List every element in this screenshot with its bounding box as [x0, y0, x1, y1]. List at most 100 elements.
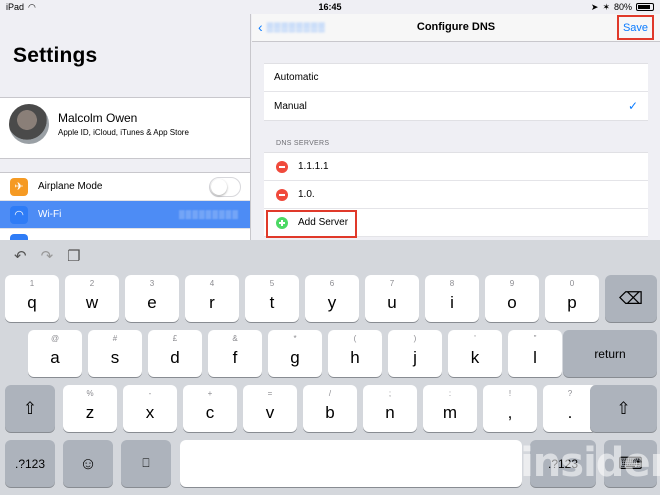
shift-key-right[interactable]: ⇧ [590, 385, 657, 432]
space-key[interactable] [180, 440, 522, 487]
key-char: c [205, 403, 215, 422]
numbers-key-left[interactable]: .?123 [5, 440, 55, 487]
page-title: Configure DNS [416, 21, 496, 33]
key-char: p [567, 293, 577, 312]
key-r[interactable]: 4r [185, 275, 239, 322]
dns-mode-label: Automatic [274, 72, 319, 83]
sidebar-item-label: Airplane Mode [38, 181, 103, 192]
key-c[interactable]: + c [183, 385, 237, 432]
key-char: j [413, 348, 417, 367]
key-q[interactable]: 1q [5, 275, 59, 322]
delete-icon[interactable] [276, 160, 288, 173]
numbers-key-right[interactable]: .?123 [530, 440, 596, 487]
key-char: f [232, 348, 238, 367]
key-char: m [442, 403, 458, 422]
redo-icon[interactable]: ↷ [41, 247, 54, 265]
save-button[interactable]: Save [617, 15, 654, 40]
key-alt-char: * [293, 334, 297, 343]
delete-icon[interactable] [276, 188, 288, 201]
hide-keyboard-key[interactable]: ⌨ [604, 440, 657, 487]
dns-server-row[interactable]: 1.0. [264, 181, 648, 209]
shift-key-left[interactable]: ⇧ [5, 385, 55, 432]
key-char: , [507, 403, 513, 422]
key-char: a [50, 348, 60, 367]
key-char: l [533, 348, 537, 367]
configure-dns-pane: ‹ ▒▒▒▒▒▒▒▒ Configure DNS Save Automatic … [252, 14, 660, 240]
key-p[interactable]: 0p [545, 275, 599, 322]
key-alt-char: 2 [89, 279, 95, 288]
sidebar-item-airplane-mode[interactable]: ✈ Airplane Mode [0, 173, 250, 201]
key-period[interactable]: ?. [543, 385, 597, 432]
dns-server-value[interactable]: 1.1.1.1 [298, 161, 329, 172]
key-w[interactable]: 2w [65, 275, 119, 322]
key-char: t [269, 293, 275, 312]
key-char: d [170, 348, 180, 367]
key-i[interactable]: 8i [425, 275, 479, 322]
status-bar: iPad ◠ 16:45 ➤ ✶ 80% [0, 0, 660, 14]
key-char: r [209, 293, 215, 312]
return-key[interactable]: return [563, 330, 657, 377]
navigation-bar: ‹ ▒▒▒▒▒▒▒▒ Configure DNS Save [252, 14, 660, 42]
wifi-icon: ◠ [10, 205, 28, 224]
key-char: o [507, 293, 517, 312]
key-alt-char: # [112, 334, 118, 343]
key-d[interactable]: £ d [148, 330, 202, 377]
key-alt-char: ) [413, 334, 417, 343]
battery-icon [636, 3, 654, 11]
key-m[interactable]: :m [423, 385, 477, 432]
emoji-key[interactable]: ☺ [63, 440, 113, 487]
key-e[interactable]: 3e [125, 275, 179, 322]
undo-icon[interactable]: ↶ [14, 247, 27, 265]
key-t[interactable]: 5t [245, 275, 299, 322]
sidebar-item-label: Wi-Fi [38, 209, 62, 220]
key-char: u [387, 293, 397, 312]
key-char: h [350, 348, 360, 367]
key-alt-char: / [328, 389, 332, 398]
key-alt-char: 0 [569, 279, 575, 288]
key-z[interactable]: % z [63, 385, 117, 432]
dns-server-value[interactable]: 1.0. [298, 189, 315, 200]
paste-icon[interactable]: ❐ [67, 247, 80, 265]
key-alt-char: - [148, 389, 152, 398]
key-f[interactable]: & f [208, 330, 262, 377]
dictation-key[interactable]: ⎕ [121, 440, 171, 487]
settings-sidebar: Settings Malcolm Owen Apple ID, iCloud, … [0, 14, 251, 240]
key-comma[interactable]: !, [483, 385, 537, 432]
key-s[interactable]: # s [88, 330, 142, 377]
key-o[interactable]: 9o [485, 275, 539, 322]
key-char: s [110, 348, 120, 367]
key-n[interactable]: ; n [363, 385, 417, 432]
profile-name: Malcolm Owen [58, 111, 138, 125]
key-alt-char: 7 [389, 279, 395, 288]
dns-mode-automatic[interactable]: Automatic [264, 64, 648, 92]
key-y[interactable]: 6y [305, 275, 359, 322]
sidebar-item-bluetooth[interactable] [0, 229, 250, 240]
dns-server-row[interactable]: 1.1.1.1 [264, 153, 648, 181]
key-alt-char: ( [353, 334, 357, 343]
airplane-mode-toggle[interactable] [209, 177, 241, 197]
key-alt-char: 3 [149, 279, 155, 288]
key-alt-char: & [232, 334, 238, 343]
key-alt-char: ' [474, 334, 476, 343]
key-v[interactable]: = v [243, 385, 297, 432]
apple-id-profile[interactable]: Malcolm Owen Apple ID, iCloud, iTunes & … [0, 97, 250, 159]
key-l[interactable]: " l [508, 330, 562, 377]
key-char: z [85, 403, 95, 422]
key-alt-char: ! [508, 389, 512, 398]
key-x[interactable]: -x [123, 385, 177, 432]
key-alt-char: 1 [29, 279, 35, 288]
key-h[interactable]: (h [328, 330, 382, 377]
key-char: . [567, 403, 573, 422]
keyboard: ↶ ↷ ❐ 1 q 2 w 3 e 4 r 5 t 6 y 7 u 8 i 9 o 0 p ⌫ @ a # s £ d & f * g(h)… [0, 240, 660, 495]
key-k[interactable]: ' k [448, 330, 502, 377]
key-g[interactable]: * g [268, 330, 322, 377]
key-b[interactable]: / b [303, 385, 357, 432]
sidebar-item-wifi[interactable]: ◠ Wi-Fi ▒▒▒▒▒▒▒▒▒ [0, 201, 250, 229]
key-a[interactable]: @ a [28, 330, 82, 377]
key-char: y [327, 293, 337, 312]
key-j[interactable]: ) j [388, 330, 442, 377]
key-alt-char: " [533, 334, 537, 343]
dns-mode-manual[interactable]: Manual ✓ [264, 92, 648, 120]
delete-key[interactable]: ⌫ [605, 275, 657, 322]
key-u[interactable]: 7u [365, 275, 419, 322]
